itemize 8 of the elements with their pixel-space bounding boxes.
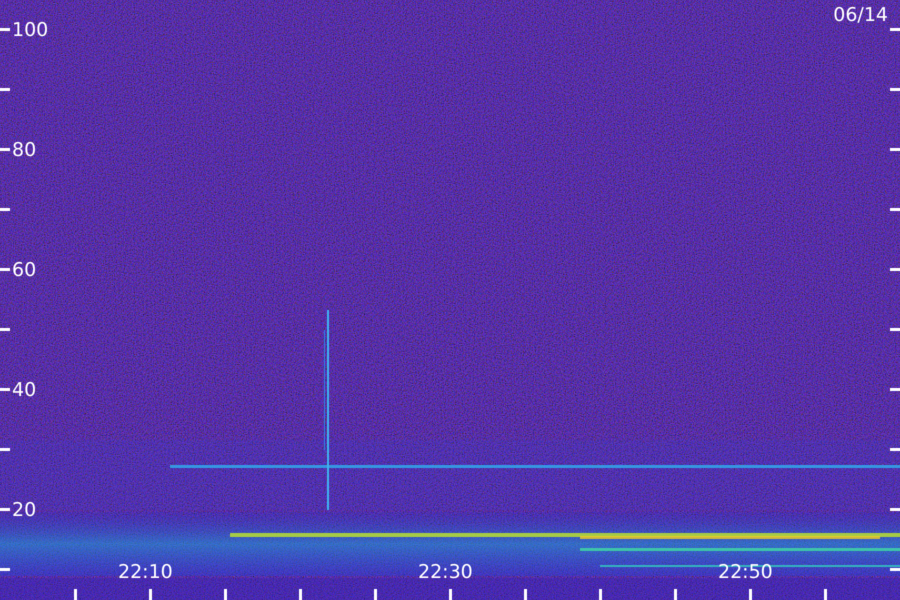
y-axis-label: 60 <box>12 259 36 281</box>
x-axis-label: 22:50 <box>718 561 773 583</box>
y-axis-label: 20 <box>12 499 36 521</box>
y-axis-label: 80 <box>12 139 36 161</box>
x-axis-label: 22:10 <box>118 561 173 583</box>
y-axis-label: 40 <box>12 379 36 401</box>
x-axis-label: 22:30 <box>418 561 473 583</box>
y-axis-label: 100 <box>12 19 48 41</box>
